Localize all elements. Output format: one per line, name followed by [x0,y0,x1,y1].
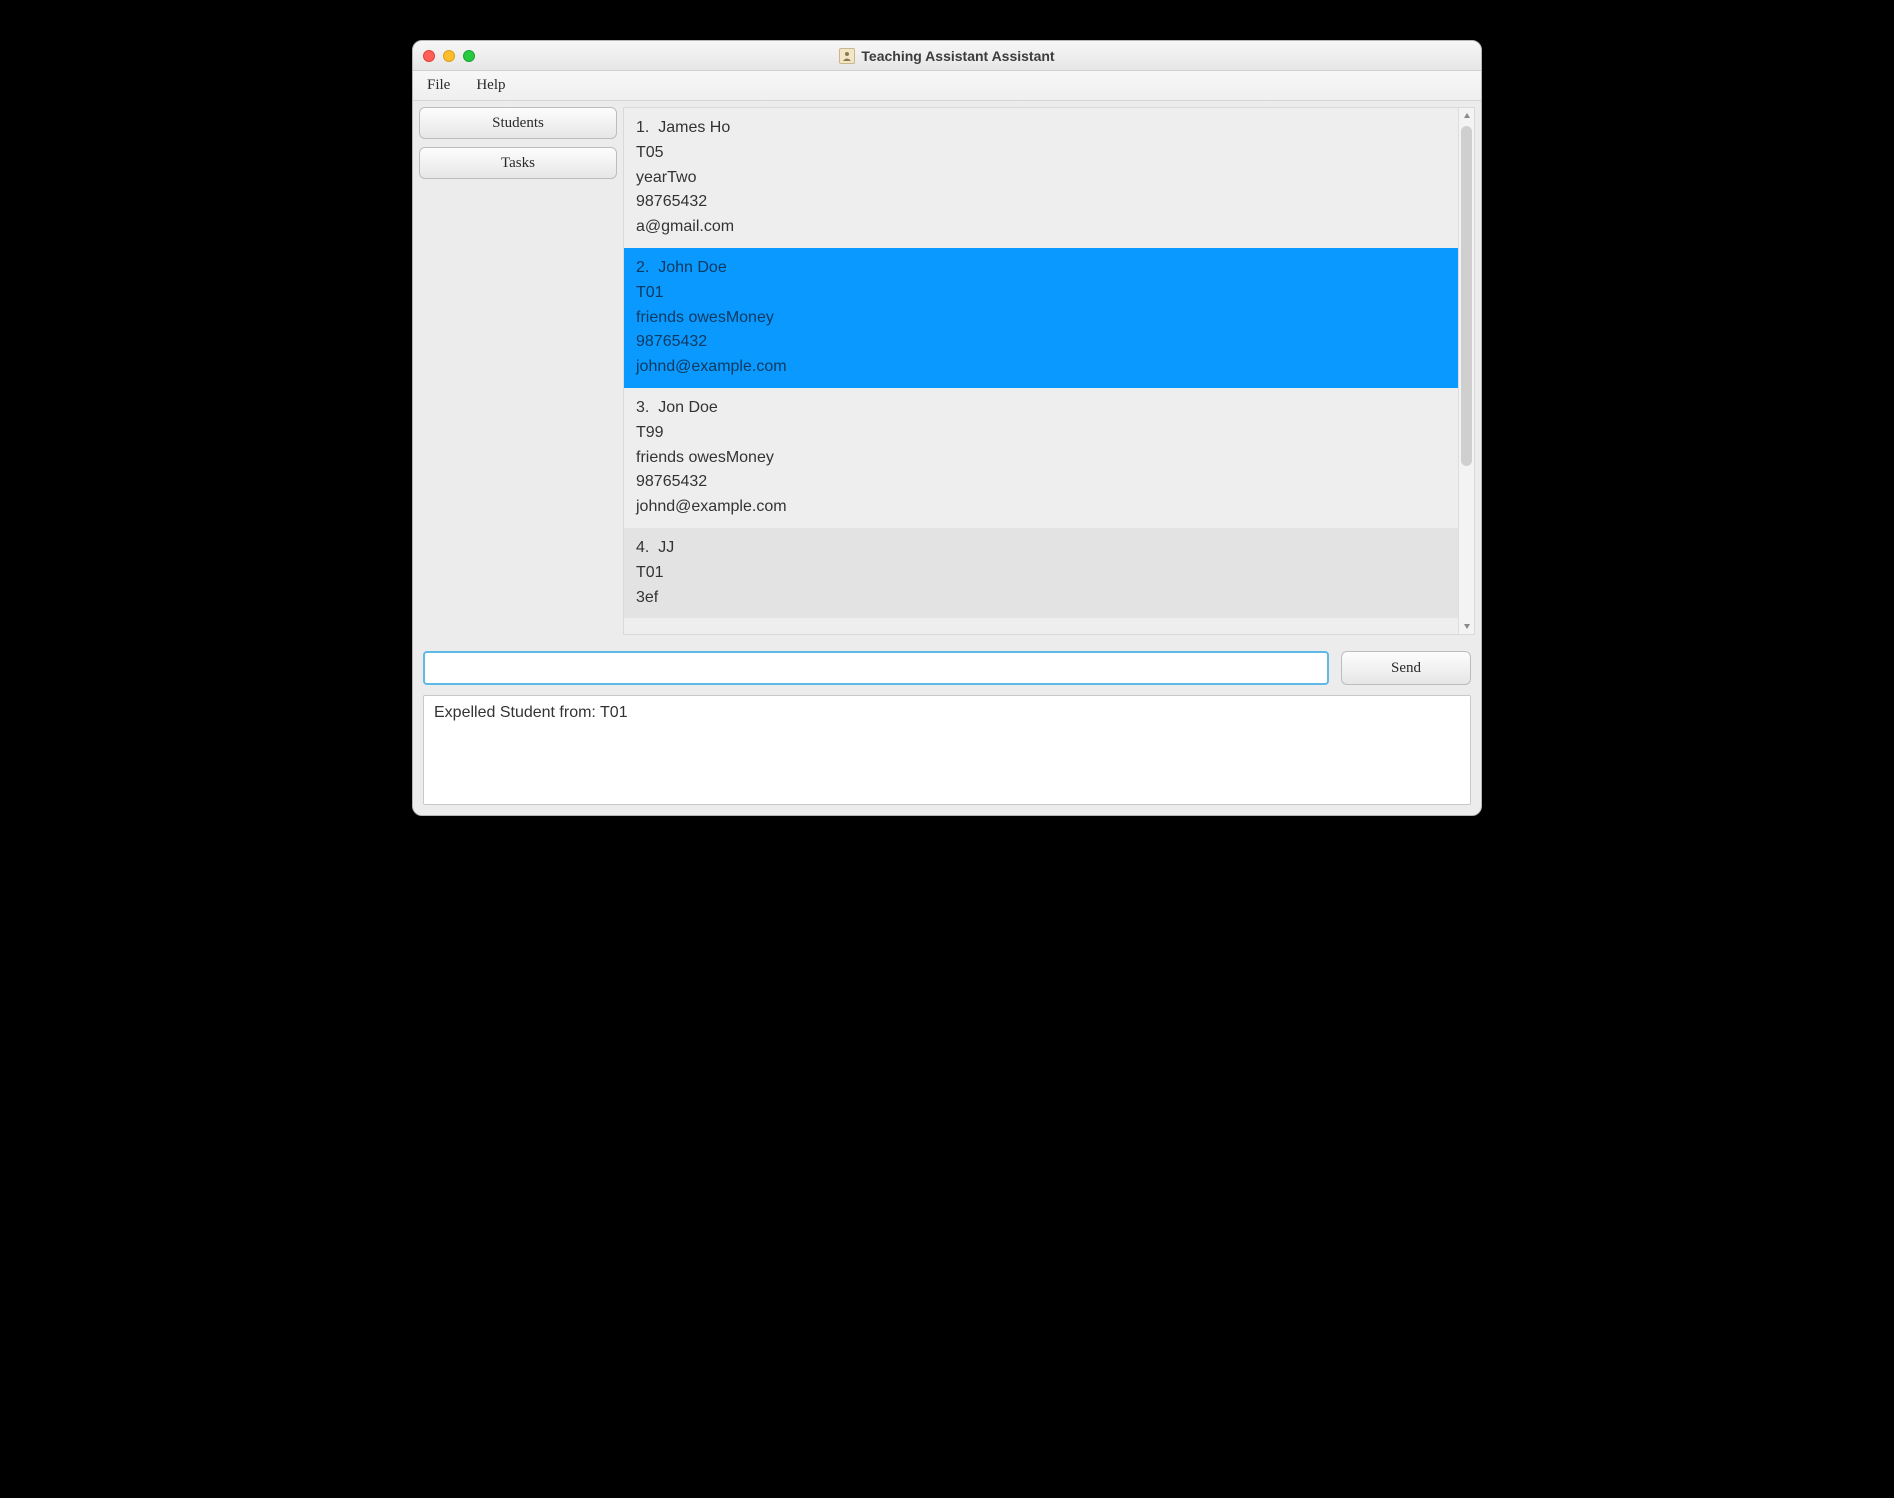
titlebar: Teaching Assistant Assistant [413,41,1481,71]
list-item-line: 1. James Ho [636,116,1446,141]
list-item-line: 4. JJ [636,536,1446,561]
students-button[interactable]: Students [419,107,617,139]
list-item-line: johnd@example.com [636,495,1446,520]
minimize-icon[interactable] [443,50,455,62]
send-button[interactable]: Send [1341,651,1471,685]
list-item-line: T01 [636,561,1446,586]
content-area: Students Tasks 1. James HoT05yearTwo9876… [413,101,1481,641]
menu-help[interactable]: Help [472,75,509,96]
list-item-line: 98765432 [636,330,1446,355]
close-icon[interactable] [423,50,435,62]
app-icon [839,48,855,64]
student-list: 1. James HoT05yearTwo98765432a@gmail.com… [623,107,1475,635]
list-item-line: 2. John Doe [636,256,1446,281]
window-title: Teaching Assistant Assistant [413,48,1481,64]
list-viewport[interactable]: 1. James HoT05yearTwo98765432a@gmail.com… [624,108,1458,634]
list-item-line: 3ef [636,586,1446,611]
list-item-line: yearTwo [636,166,1446,191]
list-item-line: 98765432 [636,190,1446,215]
list-item[interactable]: 1. James HoT05yearTwo98765432a@gmail.com [624,108,1458,248]
list-item-line: friends owesMoney [636,446,1446,471]
window-title-text: Teaching Assistant Assistant [861,48,1054,64]
list-item-line: 3. Jon Doe [636,396,1446,421]
list-item[interactable]: 4. JJT013ef [624,528,1458,618]
menubar: File Help [413,71,1481,101]
app-window: Teaching Assistant Assistant File Help S… [412,40,1482,816]
scrollbar[interactable] [1458,108,1474,634]
list-item-line: 98765432 [636,470,1446,495]
tasks-button[interactable]: Tasks [419,147,617,179]
bottom-panel: Send Expelled Student from: T01 [413,641,1481,815]
output-text: Expelled Student from: T01 [434,704,628,721]
list-item-line: a@gmail.com [636,215,1446,240]
list-item-line: johnd@example.com [636,355,1446,380]
scroll-thumb[interactable] [1461,126,1472,466]
list-item-line: T05 [636,141,1446,166]
list-item[interactable]: 3. Jon DoeT99friends owesMoney98765432jo… [624,388,1458,528]
scroll-up-icon[interactable] [1459,108,1474,124]
command-input[interactable] [423,651,1329,685]
list-item-line: T99 [636,421,1446,446]
list-item[interactable]: 2. John DoeT01friends owesMoney98765432j… [624,248,1458,388]
command-row: Send [423,651,1471,685]
list-item-line: friends owesMoney [636,306,1446,331]
output-panel: Expelled Student from: T01 [423,695,1471,805]
list-item-line: T01 [636,281,1446,306]
sidebar: Students Tasks [413,101,623,641]
window-controls [423,50,475,62]
fullscreen-icon[interactable] [463,50,475,62]
main-panel: 1. James HoT05yearTwo98765432a@gmail.com… [623,101,1481,641]
menu-file[interactable]: File [423,75,454,96]
scroll-down-icon[interactable] [1459,618,1474,634]
